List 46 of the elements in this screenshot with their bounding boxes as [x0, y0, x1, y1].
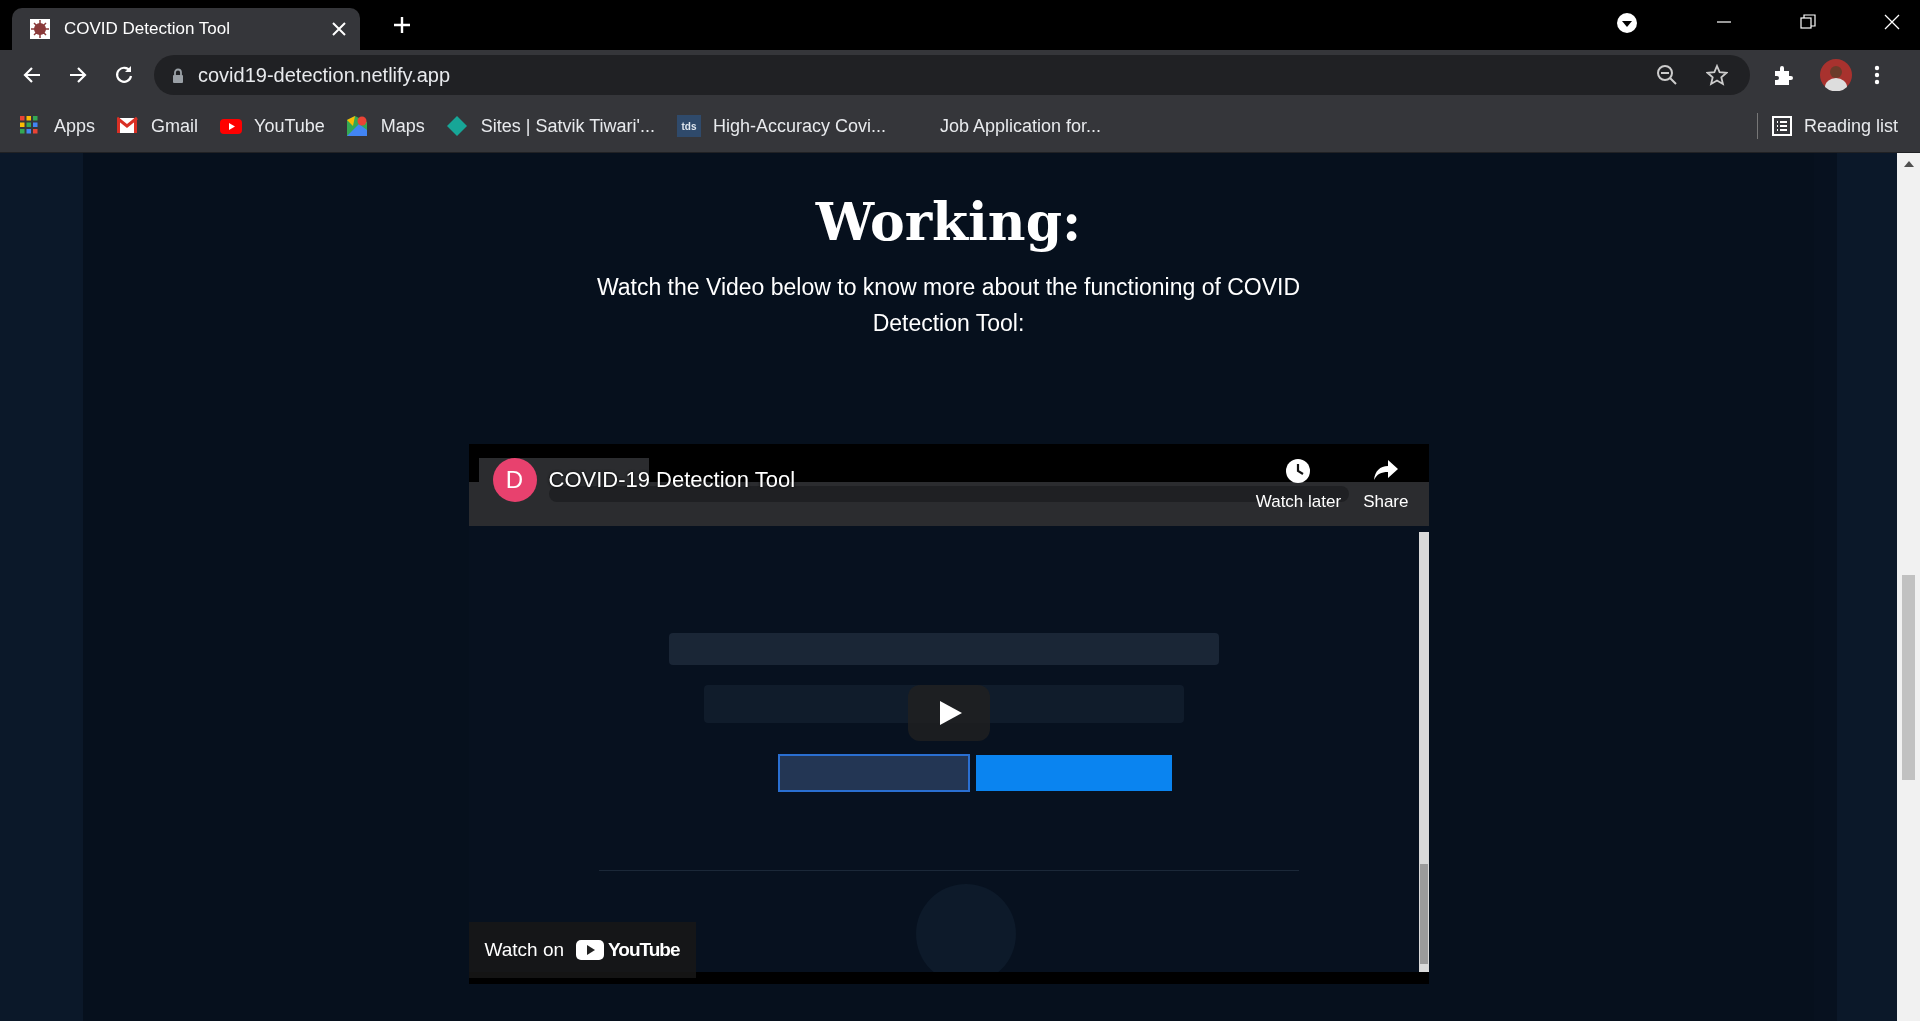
virus-icon	[30, 19, 50, 39]
share-button[interactable]: Share	[1363, 458, 1409, 512]
play-button-icon[interactable]	[907, 685, 990, 741]
tab-title: COVID Detection Tool	[64, 19, 231, 39]
bookmark-item[interactable]: Job Application for...	[908, 115, 1102, 137]
site-badge-icon: tds	[676, 115, 701, 137]
forward-icon[interactable]	[68, 65, 88, 85]
close-icon[interactable]	[332, 22, 346, 36]
map-pin-icon	[346, 116, 369, 136]
mail-icon	[117, 116, 140, 136]
restore-icon[interactable]	[1800, 14, 1816, 30]
bookmark-item[interactable]: tds High-Accuracy Covi...	[676, 115, 886, 137]
more-menu-icon[interactable]	[1874, 65, 1880, 85]
intro-text: Watch the Video below to know more about the functioning of COVID Detection Tool:	[595, 273, 1302, 338]
close-window-icon[interactable]	[1884, 14, 1900, 30]
bookmark-item[interactable]: Maps	[346, 115, 425, 137]
video-player[interactable]: D COVID-19 Detection Tool Watch later Share Watch on YouTube	[468, 444, 1429, 984]
reading-list-button[interactable]: Reading list	[1771, 115, 1898, 137]
bookmark-item[interactable]: Sites | Satvik Tiwari'...	[446, 115, 655, 137]
scrollbar[interactable]	[1897, 153, 1920, 1021]
back-icon[interactable]	[22, 65, 42, 85]
bookmark-item[interactable]: YouTube	[220, 115, 325, 137]
reload-icon[interactable]	[114, 65, 134, 85]
list-icon	[1771, 116, 1792, 136]
url-text: covid19-detection.netlify.app	[198, 63, 450, 87]
address-bar[interactable]: covid19-detection.netlify.app	[154, 55, 1750, 95]
scroll-up-icon[interactable]	[1903, 161, 1914, 167]
bookmark-item[interactable]: Gmail	[117, 115, 199, 137]
video-title[interactable]: COVID-19 Detection Tool	[548, 467, 796, 493]
profile-avatar-icon[interactable]	[1820, 59, 1852, 91]
star-icon[interactable]	[1706, 64, 1728, 86]
play-logo-icon	[220, 116, 243, 136]
bookmark-item[interactable]: Apps	[20, 115, 96, 137]
puzzle-icon[interactable]	[1772, 64, 1794, 86]
zoom-out-icon[interactable]	[1656, 64, 1678, 86]
watch-on-youtube-button[interactable]: Watch on YouTube	[468, 922, 696, 978]
clock-icon	[1285, 458, 1312, 484]
lock-icon	[172, 67, 184, 83]
diamond-icon	[446, 116, 469, 136]
browser-tab[interactable]: COVID Detection Tool	[12, 8, 360, 50]
scrollbar-thumb[interactable]	[1902, 575, 1915, 780]
play-logo-icon	[576, 940, 605, 960]
tab-search-icon[interactable]	[1616, 12, 1638, 34]
section-heading: Working:	[815, 190, 1082, 254]
new-tab-icon[interactable]	[393, 16, 411, 34]
watch-later-button[interactable]: Watch later	[1255, 458, 1342, 512]
